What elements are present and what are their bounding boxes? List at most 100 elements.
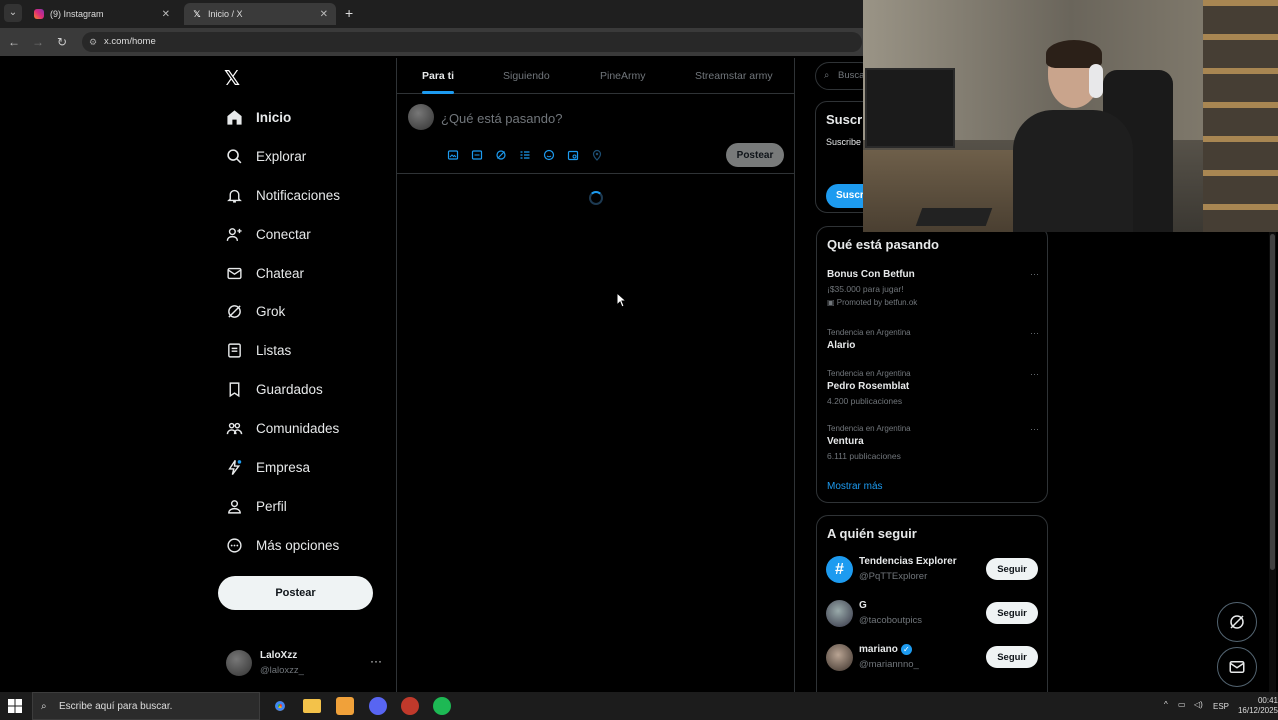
- file-explorer-icon[interactable]: [303, 699, 321, 713]
- left-sidebar: 𝕏 Inicio Explorar Notificaciones Conecta…: [214, 58, 394, 692]
- sidebar-item-perfil[interactable]: Perfil: [224, 492, 287, 520]
- follow-button[interactable]: Seguir: [986, 602, 1038, 624]
- url-field[interactable]: ⚙ x.com/home: [82, 32, 862, 52]
- spotify-app-icon[interactable]: [433, 697, 451, 715]
- sidebar-item-comunidades[interactable]: Comunidades: [224, 414, 339, 442]
- gif-icon[interactable]: [465, 148, 489, 162]
- clock[interactable]: 00:41 16/12/2025: [1233, 696, 1278, 716]
- browser-tab-instagram[interactable]: (9) Instagram ✕: [26, 3, 178, 25]
- trend-item[interactable]: Bonus Con Betfun ¡$35.000 para jugar! ▣ …: [827, 269, 1039, 307]
- trend-subtitle: ¡$35.000 para jugar!: [827, 284, 904, 294]
- messages-float-button[interactable]: [1217, 647, 1257, 687]
- sidebar-item-listas[interactable]: Listas: [224, 336, 291, 364]
- trend-item[interactable]: Tendencia en Argentina Alario ···: [827, 328, 1039, 351]
- sidebar-item-label: Empresa: [256, 459, 311, 475]
- more-icon[interactable]: ···: [1030, 424, 1039, 434]
- tab-siguiendo[interactable]: Siguiendo: [503, 58, 550, 94]
- browser-tab-x[interactable]: 𝕏 Inicio / X ✕: [184, 3, 336, 25]
- volume-icon[interactable]: ◁): [1194, 700, 1203, 709]
- sidebar-item-conectar[interactable]: Conectar: [224, 220, 311, 248]
- grok-float-button[interactable]: [1217, 602, 1257, 642]
- tab-title: (9) Instagram: [50, 9, 104, 19]
- hashtag-icon: #: [826, 556, 853, 583]
- more-icon[interactable]: ···: [370, 654, 382, 668]
- location-icon[interactable]: [585, 148, 609, 162]
- follow-suggestion[interactable]: G @tacoboutpics Seguir: [826, 599, 1040, 631]
- sidebar-item-guardados[interactable]: Guardados: [224, 375, 323, 403]
- chrome-app-icon[interactable]: [271, 697, 289, 715]
- ad-icon: ▣: [827, 298, 837, 307]
- follow-handle: @mariannno_: [859, 659, 919, 670]
- poll-icon[interactable]: [513, 148, 537, 162]
- bookmark-icon: [224, 379, 244, 399]
- x-logo-icon[interactable]: 𝕏: [224, 66, 240, 91]
- close-icon[interactable]: ✕: [320, 9, 328, 20]
- follow-suggestion[interactable]: mariano ✓ @mariannno_ Seguir: [826, 643, 1040, 675]
- account-switcher[interactable]: LaloXzz @laloxzz_ ···: [226, 648, 386, 680]
- composer-post-button[interactable]: Postear: [726, 143, 784, 167]
- trend-item[interactable]: Tendencia en Argentina Ventura 6.111 pub…: [827, 424, 1039, 461]
- tab-pinearmy[interactable]: PineArmy: [600, 58, 646, 94]
- sidebar-item-grok[interactable]: Grok: [224, 297, 285, 325]
- tab-para-ti[interactable]: Para ti: [422, 58, 455, 94]
- chevron-up-icon[interactable]: ^: [1164, 700, 1168, 709]
- home-icon: [224, 107, 244, 127]
- app-icon[interactable]: [336, 697, 354, 715]
- more-icon[interactable]: ···: [1030, 369, 1039, 379]
- schedule-icon[interactable]: [561, 148, 585, 162]
- grok-icon[interactable]: [489, 148, 513, 162]
- scrollbar-thumb[interactable]: [1270, 234, 1275, 570]
- more-circle-icon: [224, 535, 244, 555]
- follow-name: G: [859, 600, 867, 611]
- network-icon[interactable]: ▭: [1178, 700, 1186, 709]
- language-indicator[interactable]: ESP: [1213, 702, 1229, 711]
- sidebar-item-explorar[interactable]: Explorar: [224, 142, 306, 170]
- more-icon[interactable]: ···: [1030, 269, 1039, 279]
- emoji-icon[interactable]: [537, 148, 561, 162]
- sidebar-item-notificaciones[interactable]: Notificaciones: [224, 181, 340, 209]
- reload-icon[interactable]: ↻: [54, 34, 70, 50]
- trend-name: Pedro Rosemblat: [827, 381, 910, 392]
- follow-button[interactable]: Seguir: [986, 646, 1038, 668]
- new-tab-icon[interactable]: +: [345, 5, 353, 21]
- sidebar-item-empresa[interactable]: Empresa: [224, 453, 310, 481]
- promoted-label: ▣ Promoted by betfun.ok: [827, 298, 1039, 307]
- person-icon: [224, 496, 244, 516]
- close-icon[interactable]: ✕: [162, 9, 170, 20]
- sidebar-item-label: Perfil: [256, 498, 287, 514]
- x-logo-icon: 𝕏: [193, 8, 201, 19]
- follow-suggestion[interactable]: # Tendencias Explorer @PqTTExplorer Segu…: [826, 555, 1040, 587]
- follow-name: Tendencias Explorer: [859, 556, 957, 567]
- tab-search-button[interactable]: ⌄: [4, 4, 22, 22]
- image-icon[interactable]: [441, 148, 465, 162]
- app-icon[interactable]: [401, 697, 419, 715]
- webcam-monitor: [865, 68, 955, 148]
- follow-button[interactable]: Seguir: [986, 558, 1038, 580]
- bell-icon: [224, 185, 244, 205]
- trend-name: Ventura: [827, 436, 864, 447]
- taskbar-search-placeholder: Escribe aquí para buscar.: [59, 701, 173, 712]
- sidebar-item-mas-opciones[interactable]: Más opciones: [224, 531, 339, 559]
- windows-start-icon[interactable]: [8, 699, 22, 713]
- tab-title: Inicio / X: [208, 9, 243, 19]
- grok-icon: [1230, 615, 1244, 629]
- trend-item[interactable]: Tendencia en Argentina Pedro Rosemblat 4…: [827, 369, 1039, 406]
- back-icon[interactable]: ←: [6, 34, 22, 50]
- site-info-icon[interactable]: ⚙: [89, 32, 97, 52]
- post-button[interactable]: Postear: [218, 576, 373, 610]
- page-scrollbar[interactable]: [1269, 232, 1276, 692]
- sidebar-item-inicio[interactable]: Inicio: [224, 103, 291, 131]
- list-icon: [224, 340, 244, 360]
- discord-app-icon[interactable]: [369, 697, 387, 715]
- tab-streamstar-army[interactable]: Streamstar army: [695, 58, 773, 94]
- windows-taskbar: ⌕ Escribe aquí para buscar. ^ ▭ ◁) ESP 0…: [0, 692, 1278, 720]
- composer-input[interactable]: ¿Qué está pasando?: [441, 111, 562, 126]
- forward-icon[interactable]: →: [30, 34, 46, 50]
- trend-name: Alario: [827, 340, 856, 351]
- avatar: [826, 600, 853, 627]
- sidebar-item-chatear[interactable]: Chatear: [224, 259, 304, 287]
- more-icon[interactable]: ···: [1030, 328, 1039, 338]
- taskbar-search-input[interactable]: ⌕ Escribe aquí para buscar.: [32, 692, 260, 720]
- feed-tabs: Para ti Siguiendo PineArmy Streamstar ar…: [397, 58, 795, 94]
- show-more-link[interactable]: Mostrar más: [827, 481, 883, 492]
